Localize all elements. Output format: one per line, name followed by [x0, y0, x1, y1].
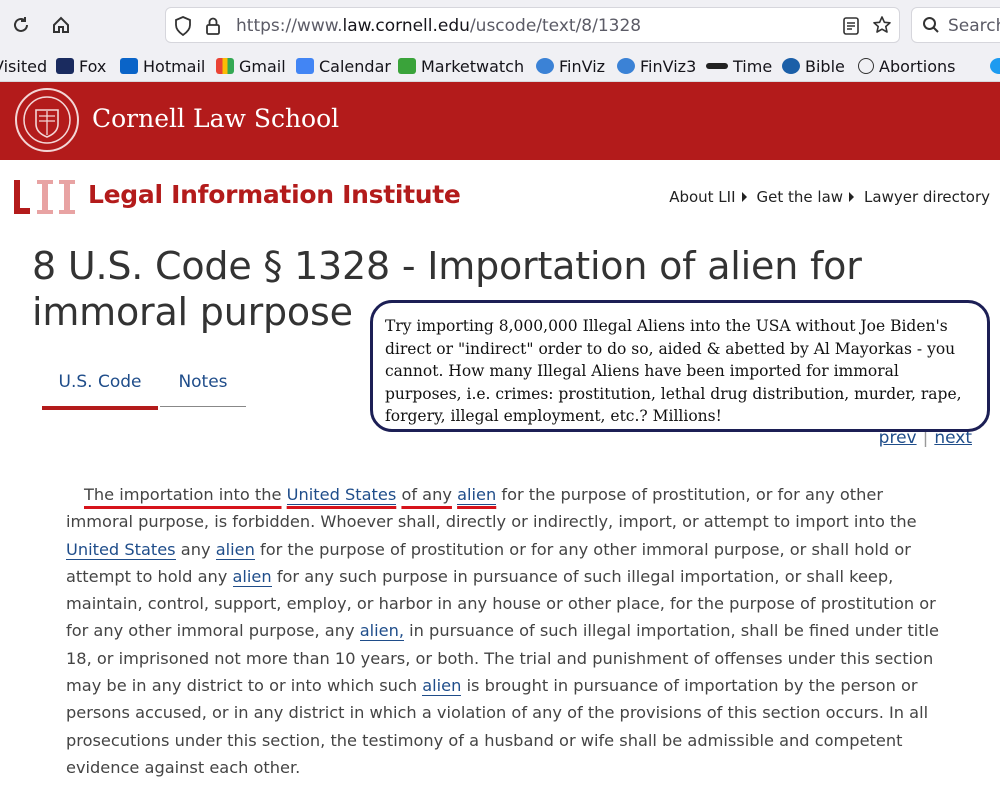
link-alien[interactable]: alien [422, 676, 462, 697]
bookmark-label: Time [733, 56, 773, 76]
bookmarks-bar: Visited Fox Hotmail Gmail Calendar Marke… [0, 50, 1000, 82]
link-alien[interactable]: alien [215, 539, 255, 560]
link-united-states[interactable]: United States [66, 539, 176, 560]
lii-logo-icon[interactable] [14, 178, 78, 216]
search-placeholder: Search [948, 16, 1000, 36]
cornell-banner: Cornell Law School [0, 82, 1000, 160]
url-path: /uscode/text/8/1328 [469, 16, 642, 36]
facebook-icon [617, 58, 635, 74]
search-box[interactable]: Search [911, 7, 1000, 43]
calendar-icon [296, 58, 314, 74]
statute-text-span: any [180, 539, 211, 559]
shield-icon[interactable] [174, 16, 192, 40]
search-icon [922, 16, 940, 38]
gmail-icon [216, 58, 234, 74]
marketwatch-icon [398, 58, 416, 74]
bookmark-star-icon[interactable] [872, 15, 892, 39]
cornell-law-school-title[interactable]: Cornell Law School [92, 104, 339, 133]
bookmark-time[interactable]: Time [706, 55, 772, 77]
bookmark-visited[interactable]: Visited [0, 55, 47, 77]
statute-text: The importation into the United States o… [66, 481, 951, 781]
lii-title[interactable]: Legal Information Institute [88, 180, 461, 209]
outlook-icon [120, 58, 138, 74]
nav-label: About LII [669, 188, 736, 206]
bookmark-finviz[interactable]: FinViz [536, 55, 605, 77]
bookmark-finviz3[interactable]: FinViz3 [617, 55, 696, 77]
nav-lawyer-directory[interactable]: Lawyer directory [864, 188, 990, 206]
bookmark-abortions[interactable]: Abortions [858, 55, 955, 77]
facebook-icon [536, 58, 554, 74]
bookmark-label: Abortions [879, 56, 956, 76]
tab-us-code[interactable]: U.S. Code [42, 370, 158, 410]
lock-icon[interactable] [204, 16, 222, 40]
bookmark-label: Visited [0, 56, 48, 76]
url-text[interactable]: https://www.law.cornell.edu/uscode/text/… [236, 16, 641, 36]
lii-nav: About LII Get the law Lawyer directory [669, 188, 990, 206]
bible-icon [782, 58, 800, 74]
bookmark-fox[interactable]: Fox [56, 55, 106, 77]
statute-text-span: of any [401, 485, 452, 504]
nist-icon [706, 63, 728, 69]
bookmark-twitter[interactable] [990, 55, 1000, 77]
home-icon[interactable] [46, 10, 76, 40]
bookmark-marketwatch[interactable]: Marketwatch [398, 55, 524, 77]
link-alien[interactable]: alien [232, 566, 272, 587]
bookmark-hotmail[interactable]: Hotmail [120, 55, 205, 77]
bookmark-label: Fox [79, 56, 107, 76]
annotation-callout: Try importing 8,000,000 Illegal Aliens i… [370, 300, 990, 432]
bookmark-bible[interactable]: Bible [782, 55, 845, 77]
nav-label: Lawyer directory [864, 188, 990, 206]
nav-about-lii[interactable]: About LII [669, 188, 747, 206]
bookmark-label: Hotmail [143, 56, 206, 76]
nav-get-the-law[interactable]: Get the law [757, 188, 855, 206]
bookmark-label: Gmail [239, 56, 286, 76]
address-bar[interactable]: https://www.law.cornell.edu/uscode/text/… [165, 7, 900, 43]
twitter-icon [990, 58, 1000, 74]
link-alien[interactable]: alien [457, 485, 497, 505]
url-prefix: https://www. [236, 16, 343, 36]
bookmark-gmail[interactable]: Gmail [216, 55, 286, 77]
bookmark-label: Calendar [319, 56, 391, 76]
tab-notes[interactable]: Notes [160, 370, 246, 407]
bookmark-label: FinViz3 [640, 56, 697, 76]
reload-icon[interactable] [6, 10, 36, 40]
bookmark-label: Bible [805, 56, 845, 76]
bookmark-calendar[interactable]: Calendar [296, 55, 391, 77]
cornell-seal-logo[interactable] [15, 88, 79, 152]
reader-view-icon[interactable] [842, 16, 860, 40]
bookmark-label: Marketwatch [421, 56, 525, 76]
triangle-right-icon [741, 192, 747, 202]
bookmark-label: FinViz [559, 56, 606, 76]
browser-toolbar: https://www.law.cornell.edu/uscode/text/… [0, 0, 1000, 50]
statute-text-span: The importation into the [84, 485, 282, 504]
globe-icon [858, 58, 874, 74]
triangle-right-icon [849, 192, 855, 202]
url-domain: law.cornell.edu [342, 16, 470, 36]
fox-news-icon [56, 58, 74, 74]
nav-label: Get the law [756, 188, 844, 206]
link-united-states[interactable]: United States [286, 485, 397, 505]
link-alien[interactable]: alien, [359, 621, 404, 642]
